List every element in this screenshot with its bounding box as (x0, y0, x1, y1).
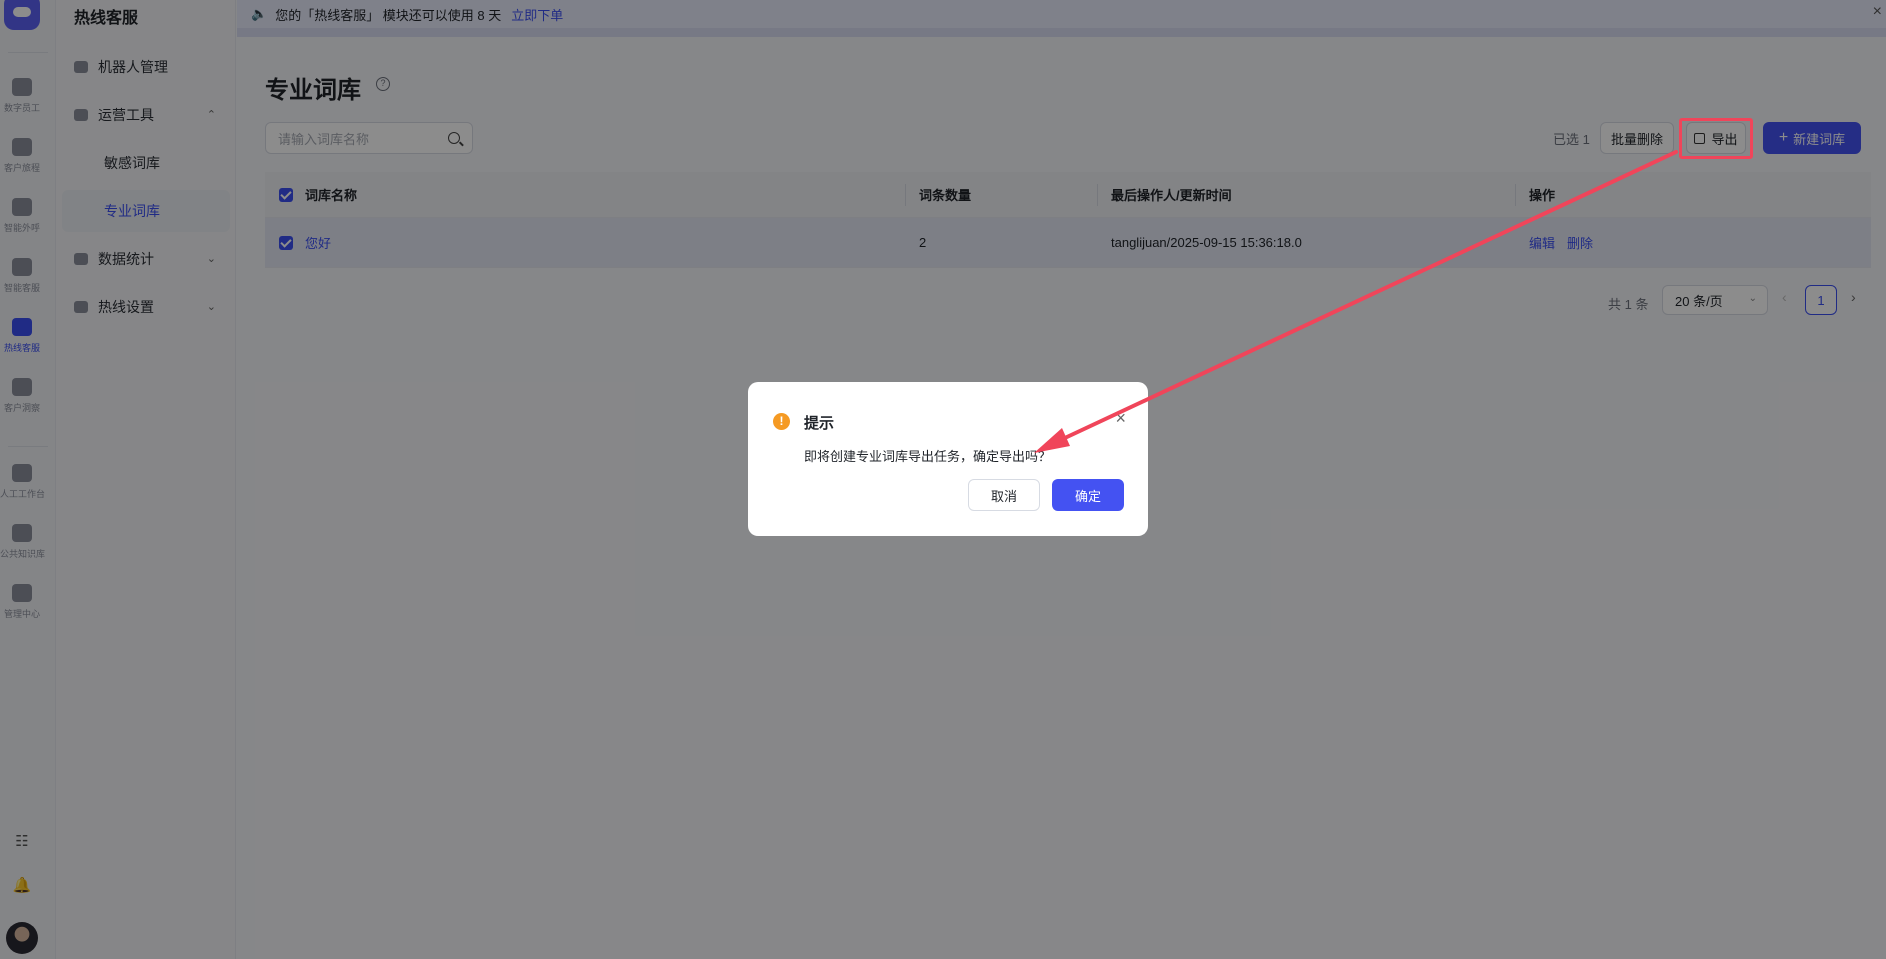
warning-icon: ! (773, 413, 790, 430)
dialog-message: 即将创建专业词库导出任务，确定导出吗？ (804, 449, 1052, 464)
dialog-title: 提示 (804, 415, 835, 432)
close-icon[interactable]: × (1115, 408, 1126, 429)
cancel-button[interactable]: 取消 (968, 479, 1040, 511)
confirm-dialog: ! 提示 × 即将创建专业词库导出任务，确定导出吗？ 取消 确定 (748, 382, 1148, 536)
highlight-box (1679, 118, 1753, 159)
confirm-button[interactable]: 确定 (1052, 479, 1124, 511)
